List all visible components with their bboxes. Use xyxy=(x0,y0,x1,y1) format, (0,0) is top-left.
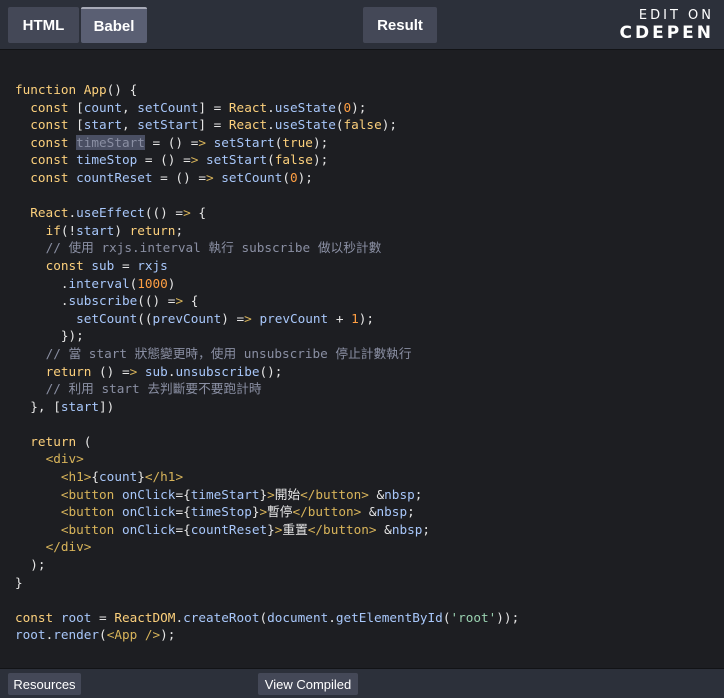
edit-on-label: EDIT ON xyxy=(638,8,714,23)
code-line: root.render(<App />); xyxy=(15,627,176,643)
edit-on-codepen-link[interactable]: EDIT ON CDEPEN xyxy=(614,8,714,43)
code-line: // 使用 rxjs.interval 執行 subscribe 做以秒計數 xyxy=(45,240,382,256)
code-line: return ( xyxy=(30,433,92,449)
code-line: const timeStop = () => setStart(false); xyxy=(30,152,329,168)
code-line: .subscribe(() => { xyxy=(15,293,199,309)
code-line: function App() { xyxy=(15,82,138,97)
code-line: const timeStart = () => setStart(true); xyxy=(30,134,329,150)
code-line: setCount((prevCount) => prevCount + 1); xyxy=(76,310,375,326)
code-line: </div> xyxy=(45,539,92,555)
resources-button[interactable]: Resources xyxy=(8,673,81,695)
code-line: // 當 start 狀態變更時，使用 unsubscribe 停止計數執行 xyxy=(45,345,412,361)
codepen-first-letter: C xyxy=(619,23,635,43)
code-line: const root = ReactDOM.createRoot(documen… xyxy=(15,609,520,625)
code-line: <h1>{count}</h1> xyxy=(60,469,184,485)
code-line: React.useEffect(() => { xyxy=(30,205,206,221)
code-line: }, [start]) xyxy=(15,398,115,414)
tab-result[interactable]: Result xyxy=(363,7,437,43)
code-editor[interactable]: function App() { const [count, setCount]… xyxy=(15,81,519,644)
code-line: const sub = rxjs xyxy=(45,257,168,273)
code-line: // 利用 start 去判斷要不要跑計時 xyxy=(45,381,262,397)
code-line: const [start, setStart] = React.useState… xyxy=(30,117,397,133)
tab-babel[interactable]: Babel xyxy=(81,7,147,43)
code-line: const countReset = () => setCount(0); xyxy=(30,169,313,185)
code-line: <div> xyxy=(45,451,84,467)
code-line: .interval(1000) xyxy=(15,275,176,291)
code-line: const [count, setCount] = React.useState… xyxy=(30,99,367,115)
tab-html[interactable]: HTML xyxy=(8,7,79,43)
editor-footer: Resources View Compiled xyxy=(0,668,724,698)
codepen-logo: CDEPEN xyxy=(614,23,714,43)
codepen-rest: DEPEN xyxy=(634,23,714,43)
editor-header: HTML Babel Result EDIT ON CDEPEN xyxy=(0,0,724,50)
code-line: } xyxy=(15,574,23,590)
code-line: ); xyxy=(15,557,46,573)
code-line: if(!start) return; xyxy=(45,222,184,238)
code-line: <button onClick={timeStop}>暫停</button> &… xyxy=(60,504,415,520)
code-line: return () => sub.unsubscribe(); xyxy=(45,363,283,379)
code-line: <button onClick={countReset}>重置</button>… xyxy=(60,521,431,537)
code-line: }); xyxy=(15,328,84,344)
view-compiled-button[interactable]: View Compiled xyxy=(258,673,358,695)
code-line: <button onClick={timeStart}>開始</button> … xyxy=(60,486,423,502)
